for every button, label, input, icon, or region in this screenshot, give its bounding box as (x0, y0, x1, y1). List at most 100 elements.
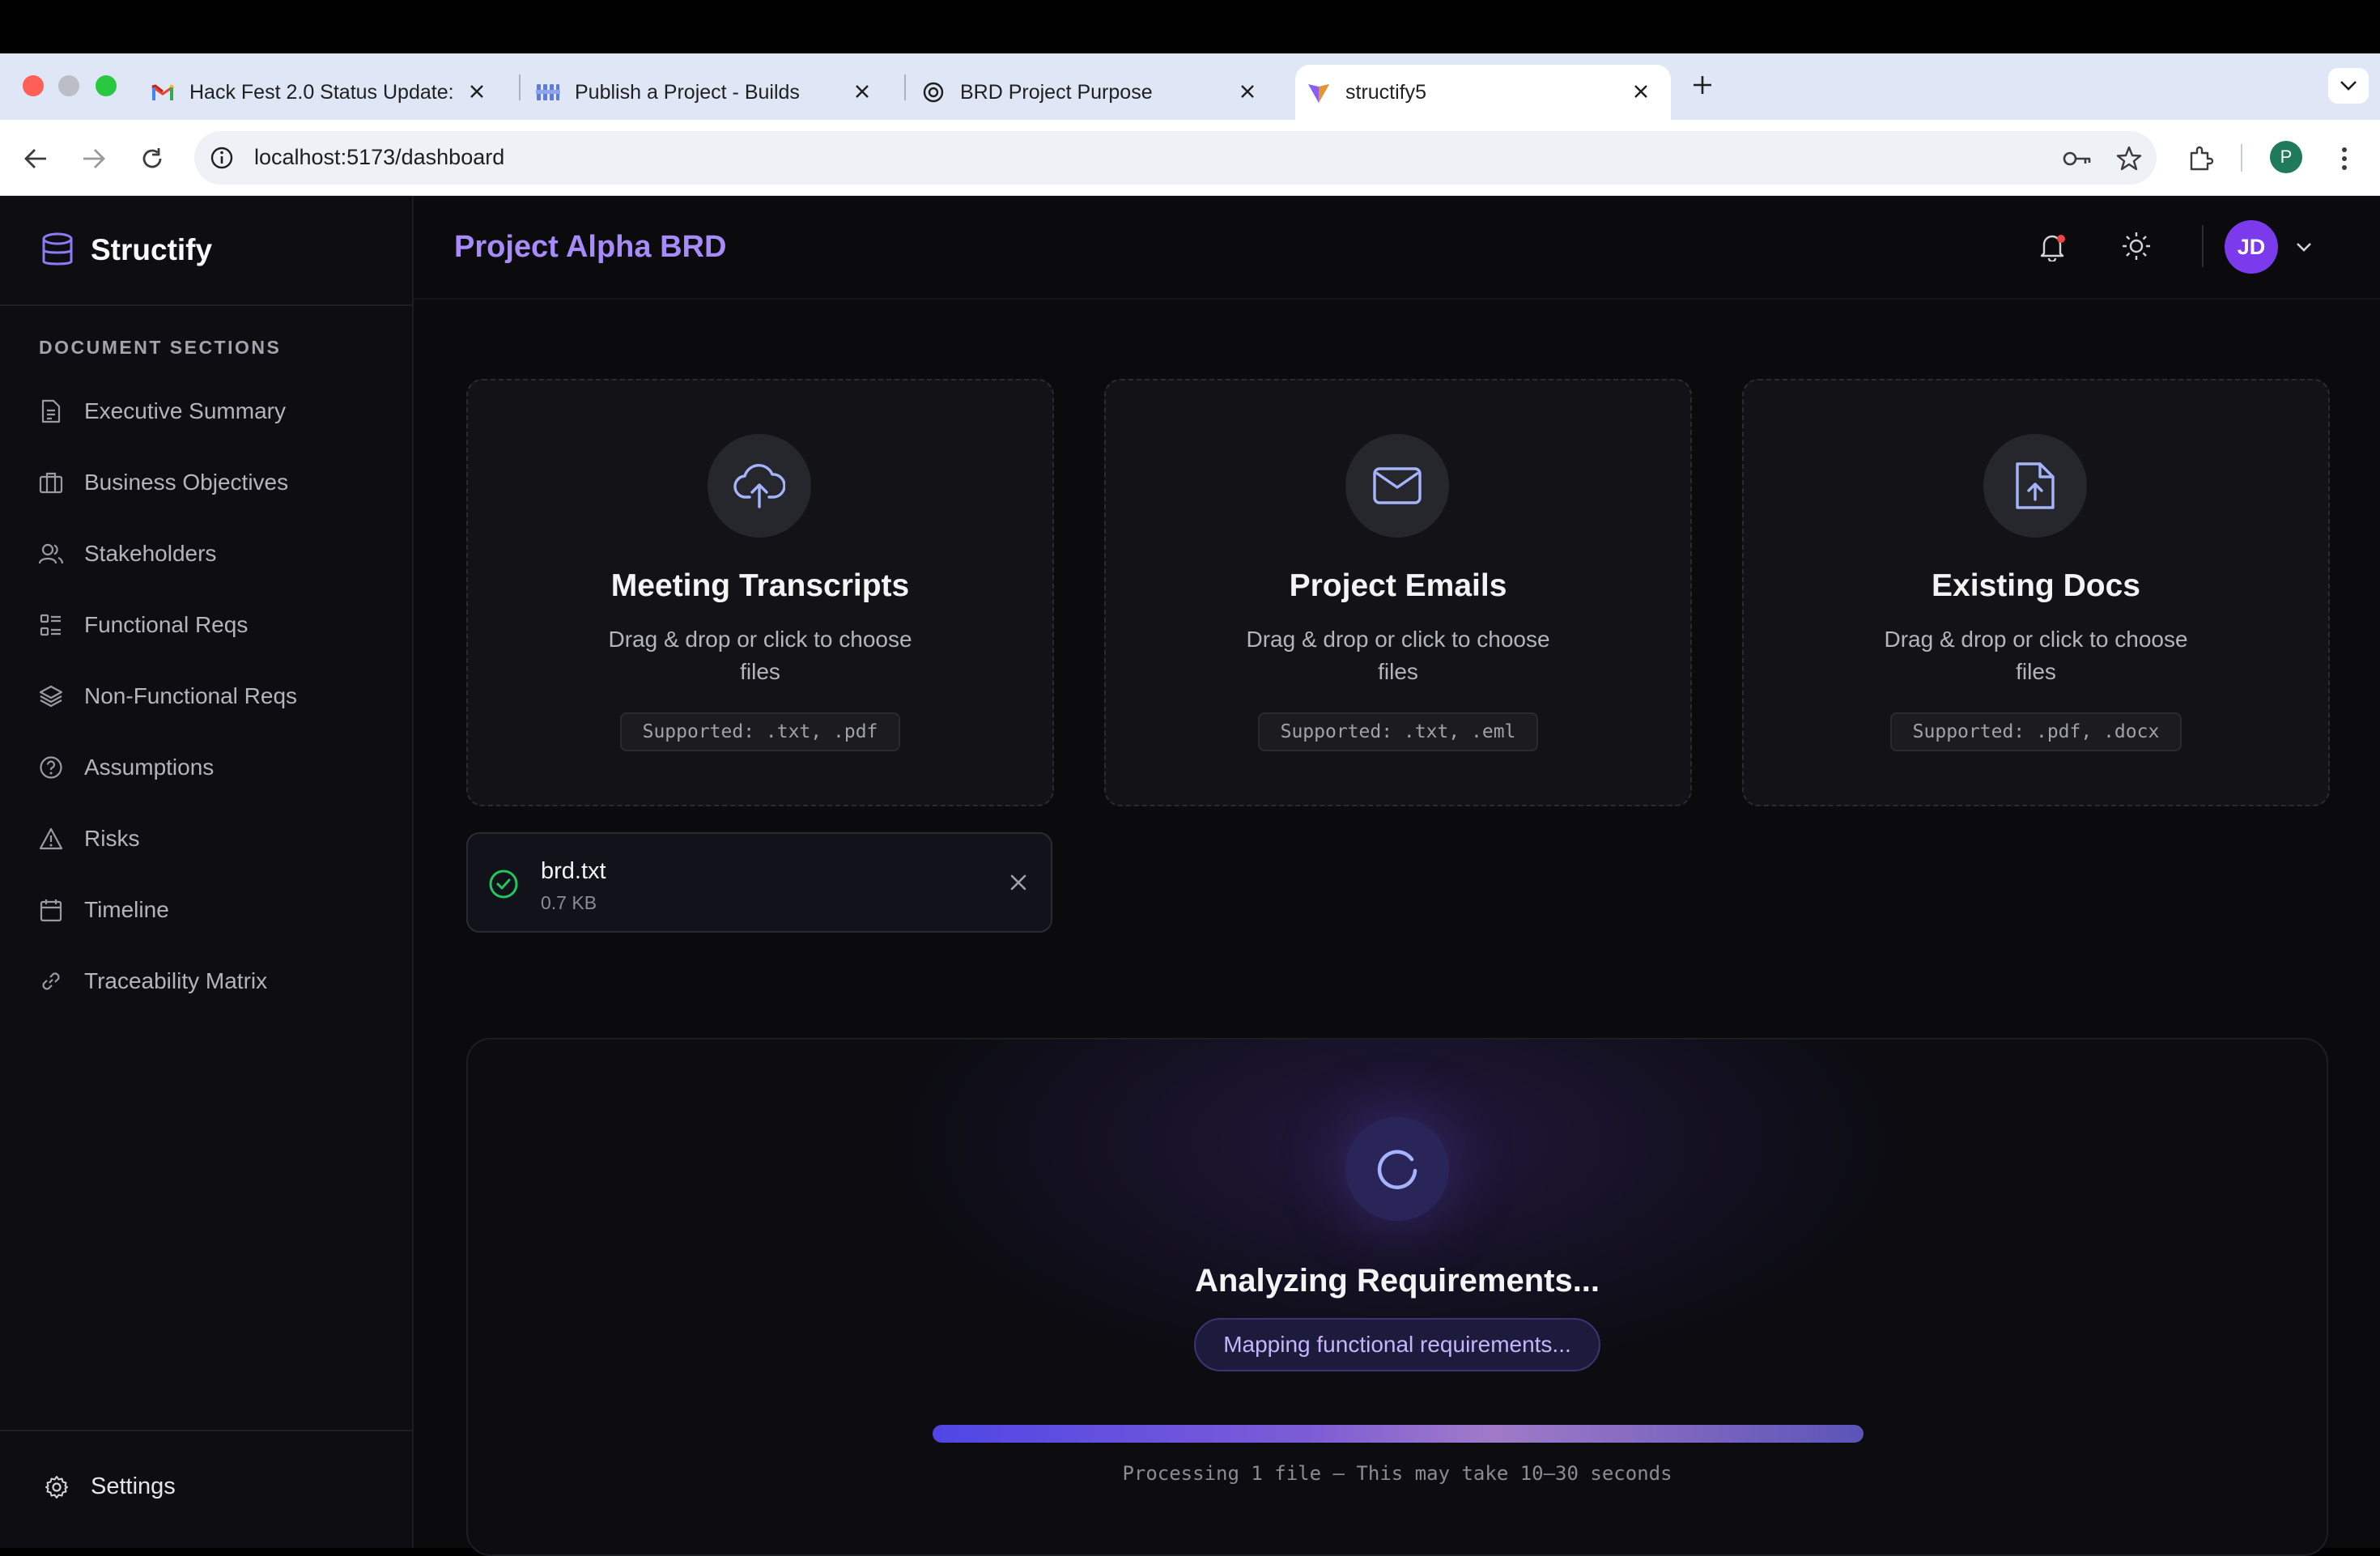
sidebar-item-label: Executive Summary (84, 398, 286, 423)
sidebar-nav: Executive Summary Business Objectives St… (0, 376, 412, 1017)
mail-icon (1345, 434, 1449, 538)
sidebar-item-label: Stakeholders (84, 541, 217, 566)
close-icon[interactable] (1629, 79, 1653, 104)
browser-tab[interactable]: Publish a Project - Builds (536, 65, 892, 120)
card-hint: Drag & drop or click to choose files (1246, 627, 1550, 684)
sidebar-item-non-functional-reqs[interactable]: Non-Functional Reqs (0, 661, 412, 732)
close-icon[interactable] (465, 79, 489, 104)
top-header: Project Alpha BRD JD (414, 196, 2380, 300)
key-icon[interactable] (2063, 144, 2092, 173)
tab-title: structify5 (1345, 80, 1427, 104)
sidebar-item-assumptions[interactable]: Assumptions (0, 732, 412, 803)
supported-formats-badge: Supported: .txt, .pdf (619, 712, 901, 751)
analysis-panel: Analyzing Requirements... Mapping functi… (466, 1038, 2328, 1556)
upload-card-meeting-transcripts[interactable]: Meeting Transcripts Drag & drop or click… (466, 379, 1054, 806)
brand[interactable]: Structify (0, 196, 412, 306)
sidebar-item-business-objectives[interactable]: Business Objectives (0, 447, 412, 518)
gmail-icon (151, 80, 175, 104)
user-avatar[interactable]: JD (2225, 220, 2278, 274)
extensions-icon[interactable] (2184, 142, 2216, 175)
toolbar-separator (2241, 144, 2242, 172)
tab-separator (904, 74, 906, 100)
tab-title: BRD Project Purpose (960, 80, 1153, 104)
star-icon[interactable] (2114, 144, 2144, 173)
card-hint: Drag & drop or click to choose files (608, 627, 912, 684)
sidebar-item-stakeholders[interactable]: Stakeholders (0, 518, 412, 589)
analysis-title: Analyzing Requirements... (1194, 1263, 1600, 1299)
sidebar-item-label: Risks (84, 826, 140, 851)
back-button[interactable] (19, 142, 52, 175)
upload-card-existing-docs[interactable]: Existing Docs Drag & drop or click to ch… (1742, 379, 2330, 806)
window-zoom-button[interactable] (96, 75, 117, 96)
users-icon (39, 542, 63, 566)
browser-tab[interactable]: BRD Project Purpose (921, 65, 1277, 120)
sidebar-item-timeline[interactable]: Timeline (0, 874, 412, 946)
forward-button[interactable] (78, 142, 110, 175)
chatgpt-icon (921, 80, 946, 104)
notifications-button[interactable] (2033, 228, 2072, 267)
browser-profile-avatar[interactable]: P (2270, 141, 2302, 173)
site-info-icon[interactable] (209, 145, 235, 171)
browser-menu-icon[interactable] (2328, 142, 2361, 175)
tab-title: Hack Fest 2.0 Status Update: (189, 80, 454, 104)
browser-tab[interactable]: Hack Fest 2.0 Status Update: (151, 65, 507, 120)
upload-card-project-emails[interactable]: Project Emails Drag & drop or click to c… (1104, 379, 1692, 806)
settings-button[interactable]: Settings (44, 1473, 176, 1500)
cloud-upload-icon (708, 434, 811, 538)
reload-button[interactable] (136, 142, 168, 175)
sidebar-section-title: DOCUMENT SECTIONS (39, 337, 282, 358)
supported-formats-badge: Supported: .txt, .eml (1257, 712, 1539, 751)
file-size: 0.7 KB (541, 892, 597, 913)
uploaded-file-item: brd.txt 0.7 KB (466, 832, 1052, 933)
sidebar-item-label: Assumptions (84, 755, 215, 780)
close-icon[interactable] (1235, 79, 1260, 104)
chevron-down-icon[interactable] (2292, 235, 2316, 259)
file-name: brd.txt (541, 858, 606, 884)
layers-icon (39, 684, 63, 708)
list-icon (39, 613, 63, 637)
sidebar-item-executive-summary[interactable]: Executive Summary (0, 376, 412, 447)
address-bar[interactable]: localhost:5173/dashboard (194, 131, 2157, 185)
card-title: Meeting Transcripts (610, 568, 910, 603)
card-hint: Drag & drop or click to choose files (1884, 627, 2188, 684)
card-title: Existing Docs (1932, 568, 2140, 603)
remove-file-button[interactable] (1004, 869, 1033, 899)
theme-toggle-button[interactable] (2117, 228, 2156, 267)
sun-icon (2121, 231, 2152, 266)
card-title: Project Emails (1289, 568, 1507, 603)
sidebar-item-risks[interactable]: Risks (0, 803, 412, 874)
check-circle-icon (487, 868, 520, 900)
supported-formats-badge: Supported: .pdf, .docx (1889, 712, 2182, 751)
new-tab-button[interactable] (1689, 71, 1716, 99)
gear-icon (44, 1474, 70, 1500)
progress-bar (933, 1425, 1864, 1443)
window-close-button[interactable] (23, 75, 44, 96)
close-icon[interactable] (850, 79, 874, 104)
help-circle-icon (39, 755, 63, 780)
sidebar-item-functional-reqs[interactable]: Functional Reqs (0, 589, 412, 661)
link-icon (39, 969, 63, 993)
builds-icon (536, 80, 560, 104)
sidebar-item-label: Traceability Matrix (84, 968, 268, 993)
sidebar-item-traceability-matrix[interactable]: Traceability Matrix (0, 946, 412, 1017)
sidebar-item-label: Non-Functional Reqs (84, 683, 298, 708)
tab-search-button[interactable] (2328, 68, 2369, 104)
loading-spinner-icon (1345, 1117, 1449, 1221)
progress-bar-fill (933, 1425, 1864, 1443)
sidebar-item-label: Functional Reqs (84, 612, 249, 637)
analysis-status-pill: Mapping functional requirements... (1194, 1318, 1600, 1371)
app-root: Structify DOCUMENT SECTIONS Executive Su… (0, 196, 2380, 1556)
window-minimize-button[interactable] (58, 75, 79, 96)
briefcase-icon (39, 470, 63, 495)
tab-separator (519, 74, 521, 100)
browser-tab-active[interactable]: structify5 (1295, 65, 1671, 120)
os-menu-bar (0, 0, 2380, 53)
url-text: localhost:5173/dashboard (254, 145, 505, 169)
sidebar-item-label: Business Objectives (84, 470, 289, 495)
brand-name: Structify (91, 233, 213, 266)
close-icon (1009, 874, 1027, 895)
database-icon (39, 232, 76, 269)
notification-dot (2057, 235, 2065, 243)
sidebar: Structify DOCUMENT SECTIONS Executive Su… (0, 196, 414, 1548)
file-upload-icon (1983, 434, 2087, 538)
